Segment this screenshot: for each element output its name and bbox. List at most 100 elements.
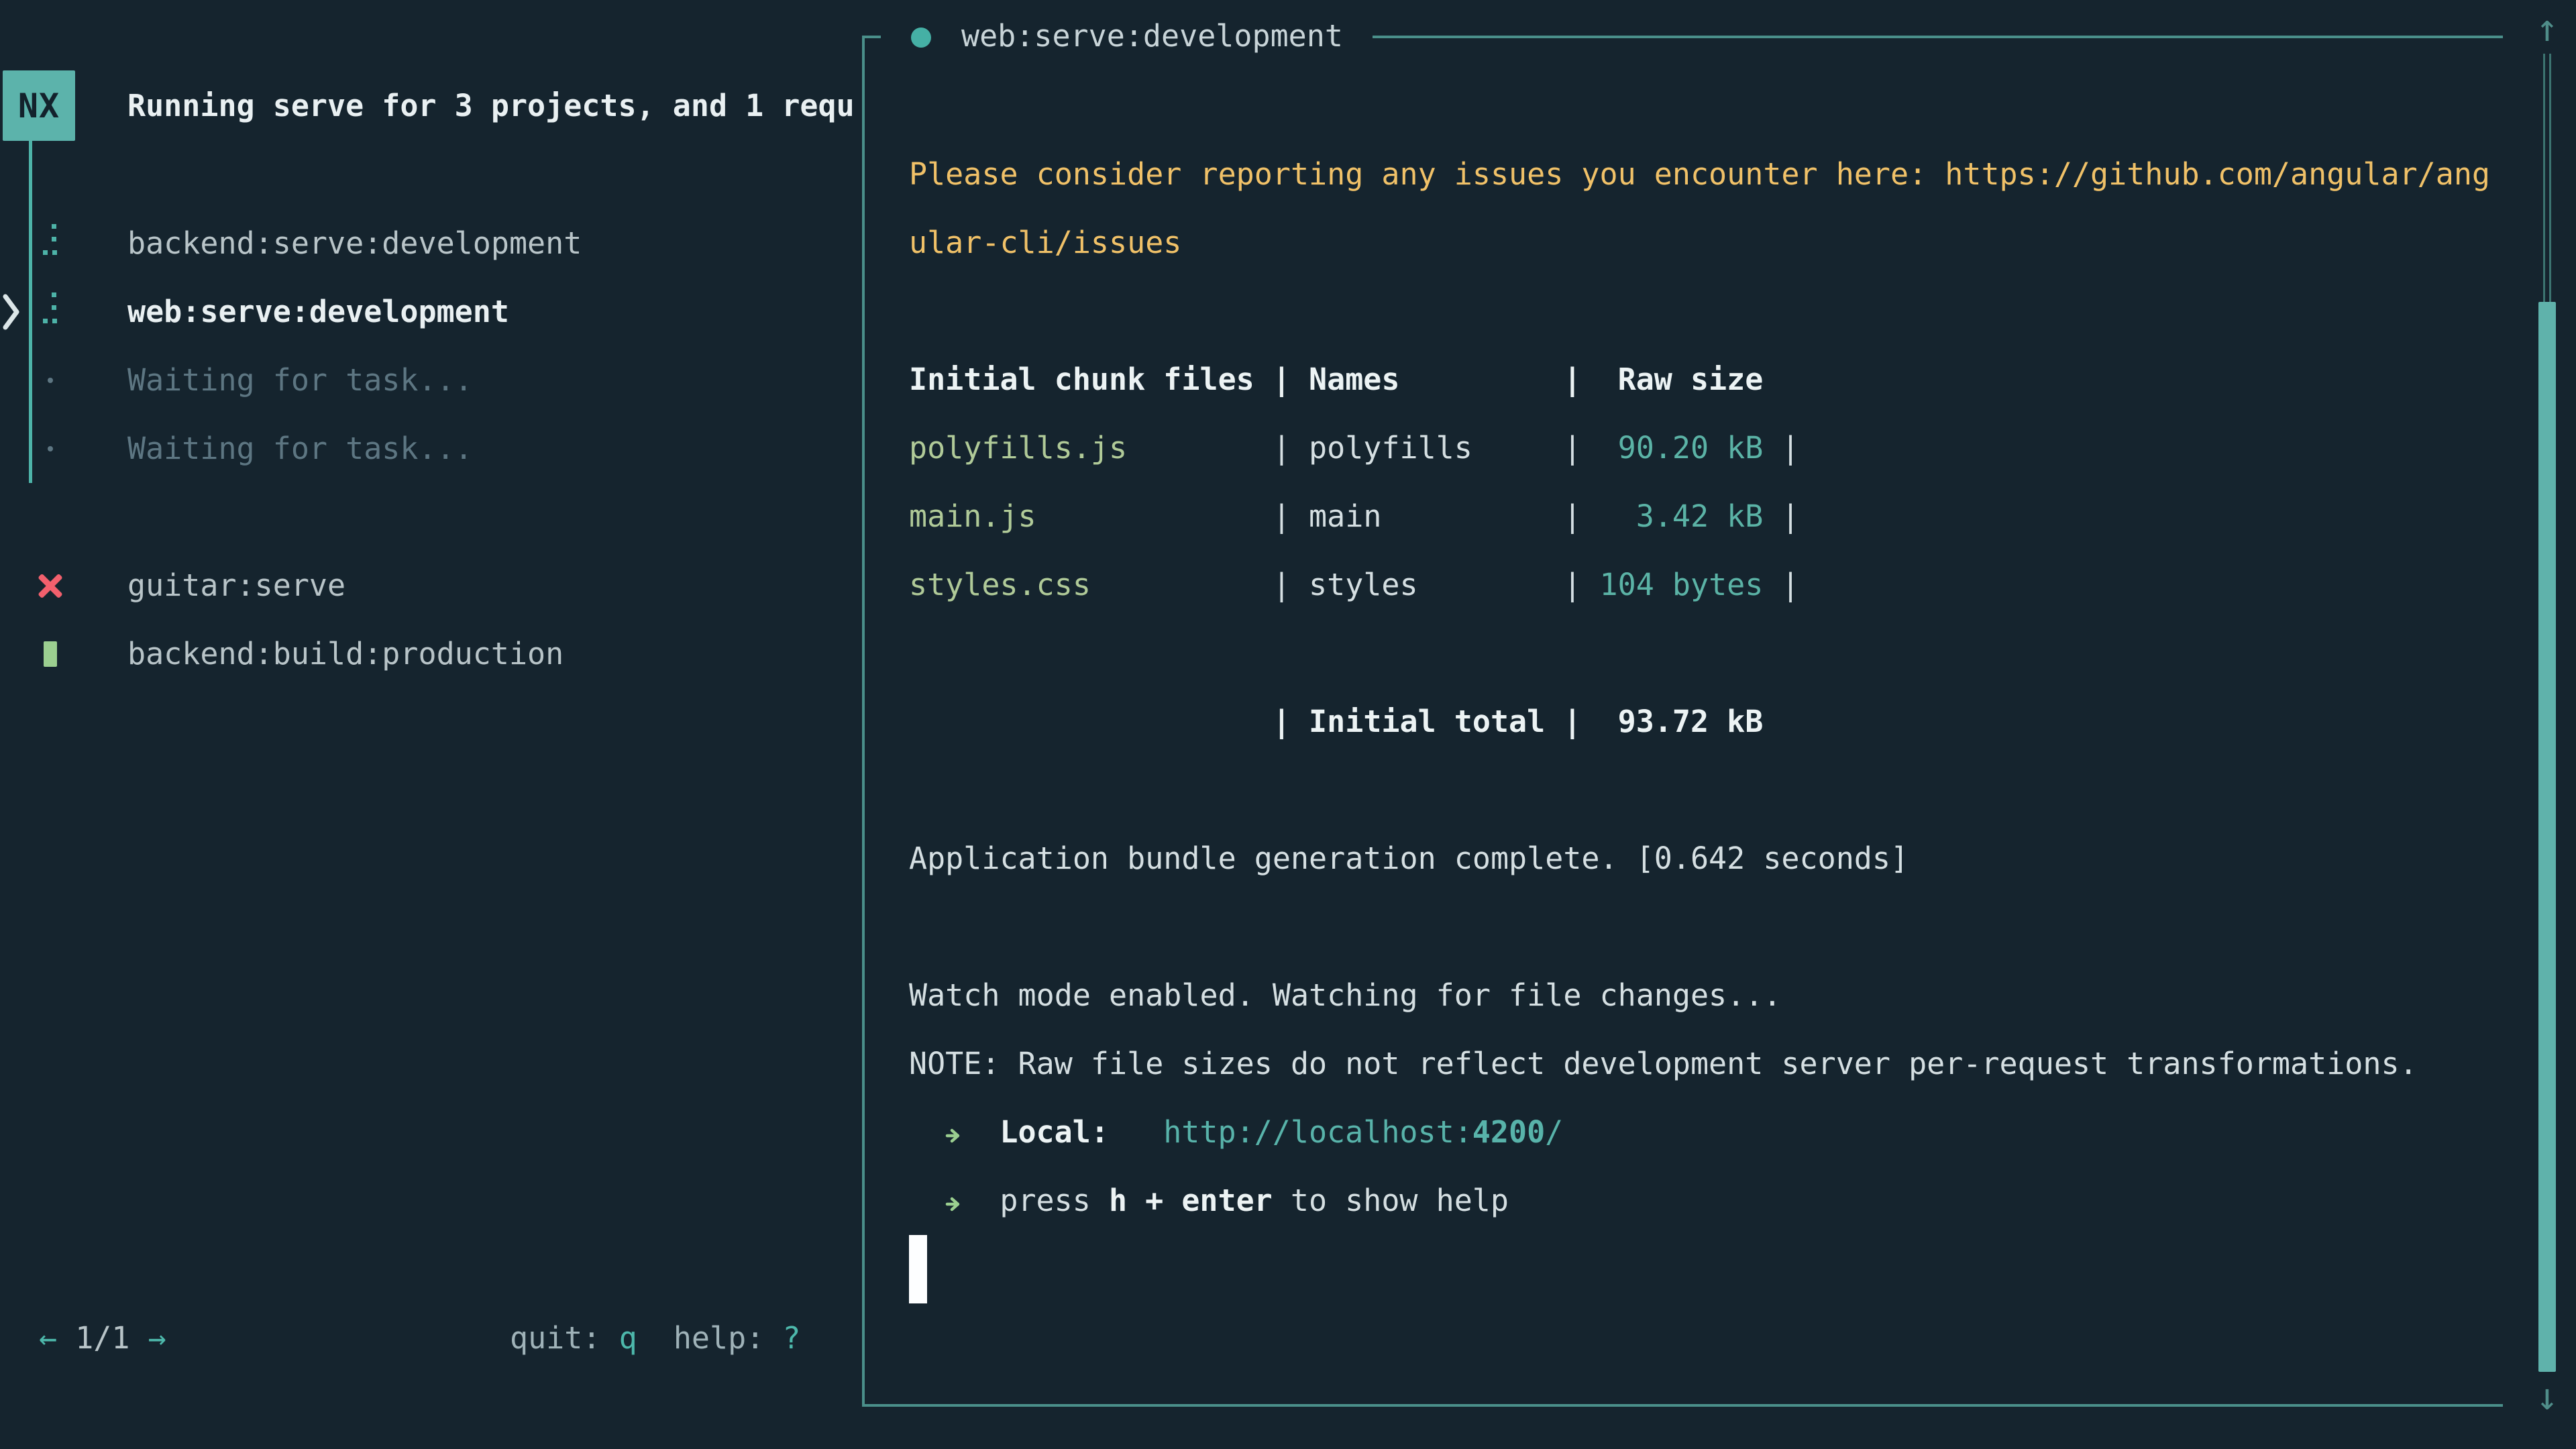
pagination: ← 1/1 → <box>39 1304 166 1373</box>
page-indicator-spacer <box>129 1320 148 1356</box>
prev-page-arrow-icon[interactable]: ← <box>39 1320 57 1356</box>
terminal-text: + <box>1127 1183 1181 1218</box>
terminal-text <box>963 1114 1000 1150</box>
terminal-text: | <box>1763 498 1799 534</box>
task-icon-box <box>35 620 66 688</box>
terminal-text: main.js <box>909 498 1036 534</box>
task-icon-box <box>35 551 66 620</box>
terminal-text: Initial chunk files | Names | Raw size <box>909 362 1763 397</box>
localhost-link[interactable]: / <box>1545 1114 1563 1150</box>
page-indicator <box>57 1320 75 1356</box>
task-label: web:serve:development <box>127 278 509 346</box>
task-icon-box <box>35 209 66 278</box>
task-label: backend:build:production <box>127 620 564 688</box>
terminal-text: to show help <box>1273 1183 1509 1218</box>
task-icon-box <box>35 346 66 415</box>
terminal-cursor <box>909 1235 927 1303</box>
terminal-line: Application bundle generation complete. … <box>909 824 2499 893</box>
keyboard-shortcuts: quit: q help: ? <box>510 1304 801 1373</box>
help-key: ? <box>782 1320 800 1356</box>
terminal-line: press h + enter to show help <box>909 1167 2499 1235</box>
scrollbar-thumb[interactable] <box>2538 302 2556 1372</box>
terminal-text: polyfills.js <box>909 430 1127 466</box>
scroll-up-arrow-icon[interactable]: ↑ <box>2529 5 2565 52</box>
spinner-icon <box>43 292 58 324</box>
selected-chevron-icon <box>1 292 21 332</box>
localhost-link[interactable]: 4200 <box>1472 1114 1545 1150</box>
scroll-down-arrow-icon[interactable]: ↓ <box>2529 1374 2565 1421</box>
sidebar-task-row[interactable]: backend:build:production <box>0 620 862 688</box>
terminal-text: Watch mode enabled. Watching for file ch… <box>909 977 1781 1013</box>
quit-label: quit: <box>510 1320 600 1356</box>
terminal-output: Please consider reporting any issues you… <box>909 140 2499 1303</box>
next-page-arrow-icon[interactable]: → <box>148 1320 166 1356</box>
terminal-text: Application bundle generation complete. … <box>909 841 1909 876</box>
nx-logo: NX <box>3 70 75 141</box>
terminal-text: | styles | <box>1091 567 1600 602</box>
terminal-text: | main | <box>1036 498 1600 534</box>
terminal-text: Please consider reporting any issues you… <box>909 156 2490 260</box>
terminal-line: main.js | main | 3.42 kB | <box>909 482 2499 551</box>
shortcut-spacer <box>764 1320 782 1356</box>
terminal-line: polyfills.js | polyfills | 90.20 kB | <box>909 414 2499 482</box>
sidebar-task-row[interactable]: web:serve:development <box>0 278 862 346</box>
scrollbar-track[interactable] <box>2543 54 2551 302</box>
localhost-link[interactable]: http://localhost: <box>1163 1114 1472 1150</box>
arrow-right-icon <box>945 1098 963 1167</box>
terminal-text: | <box>1763 430 1799 466</box>
terminal-line <box>909 893 2499 961</box>
success-square-icon <box>44 641 57 667</box>
shortcut-spacer <box>637 1320 674 1356</box>
terminal-text: | polyfills | <box>1127 430 1599 466</box>
terminal-line <box>909 756 2499 824</box>
terminal-text: NOTE: Raw file sizes do not reflect deve… <box>909 1046 2418 1081</box>
spinner-icon <box>43 224 58 256</box>
sidebar-task-row[interactable]: backend:serve:development <box>0 209 862 278</box>
task-label: backend:serve:development <box>127 209 582 278</box>
terminal-text <box>963 1183 1000 1218</box>
terminal-line: Initial chunk files | Names | Raw size <box>909 345 2499 414</box>
task-label: Waiting for task... <box>127 346 473 415</box>
terminal-text <box>1109 1114 1163 1150</box>
pane-border-bottom <box>862 1404 2503 1407</box>
help-label: help: <box>674 1320 764 1356</box>
sidebar-task-row[interactable]: guitar:serve <box>0 551 862 620</box>
terminal-text: 104 bytes <box>1600 567 1764 602</box>
terminal-text: 3.42 kB <box>1600 498 1764 534</box>
terminal-line: styles.css | styles | 104 bytes | <box>909 551 2499 619</box>
waiting-dot-icon <box>48 446 53 451</box>
pane-border-top-stub <box>862 36 881 38</box>
running-status-dot-icon <box>911 28 931 48</box>
terminal-text: | Initial total | 93.72 kB <box>909 704 1763 739</box>
terminal-text: h <box>1109 1183 1127 1218</box>
task-icon-box <box>35 415 66 483</box>
arrow-right-icon <box>945 1167 963 1235</box>
terminal-line: Please consider reporting any issues you… <box>909 140 2499 277</box>
waiting-dot-icon <box>48 378 53 383</box>
terminal-line <box>909 277 2499 345</box>
quit-key: q <box>619 1320 637 1356</box>
page-indicator-label: 1/1 <box>75 1320 129 1356</box>
task-label: Waiting for task... <box>127 415 473 483</box>
terminal-text: Local: <box>1000 1114 1109 1150</box>
sidebar-task-row[interactable]: Waiting for task... <box>0 346 862 415</box>
terminal-line <box>909 619 2499 688</box>
terminal-text: 90.20 kB <box>1600 430 1764 466</box>
terminal-line <box>909 1235 2499 1303</box>
task-icon-box <box>35 278 66 346</box>
terminal-pane-title: web:serve:development <box>961 5 1343 67</box>
terminal-text: press <box>1000 1183 1109 1218</box>
terminal-line: | Initial total | 93.72 kB <box>909 688 2499 756</box>
terminal-text <box>909 1183 945 1218</box>
terminal-text: | <box>1763 567 1799 602</box>
terminal-text: styles.css <box>909 567 1091 602</box>
sidebar-task-row[interactable]: Waiting for task... <box>0 415 862 483</box>
nx-tui-screen: NX Running serve for 3 projects, and 1 r… <box>0 0 2576 1449</box>
task-sidebar: NX Running serve for 3 projects, and 1 r… <box>0 0 862 1449</box>
header-title: Running serve for 3 projects, and 1 requ <box>127 72 855 140</box>
terminal-line: NOTE: Raw file sizes do not reflect deve… <box>909 1030 2499 1098</box>
pane-border-left <box>862 36 865 1407</box>
task-label: guitar:serve <box>127 551 345 620</box>
terminal-text: enter <box>1181 1183 1272 1218</box>
terminal-text <box>909 1114 945 1150</box>
